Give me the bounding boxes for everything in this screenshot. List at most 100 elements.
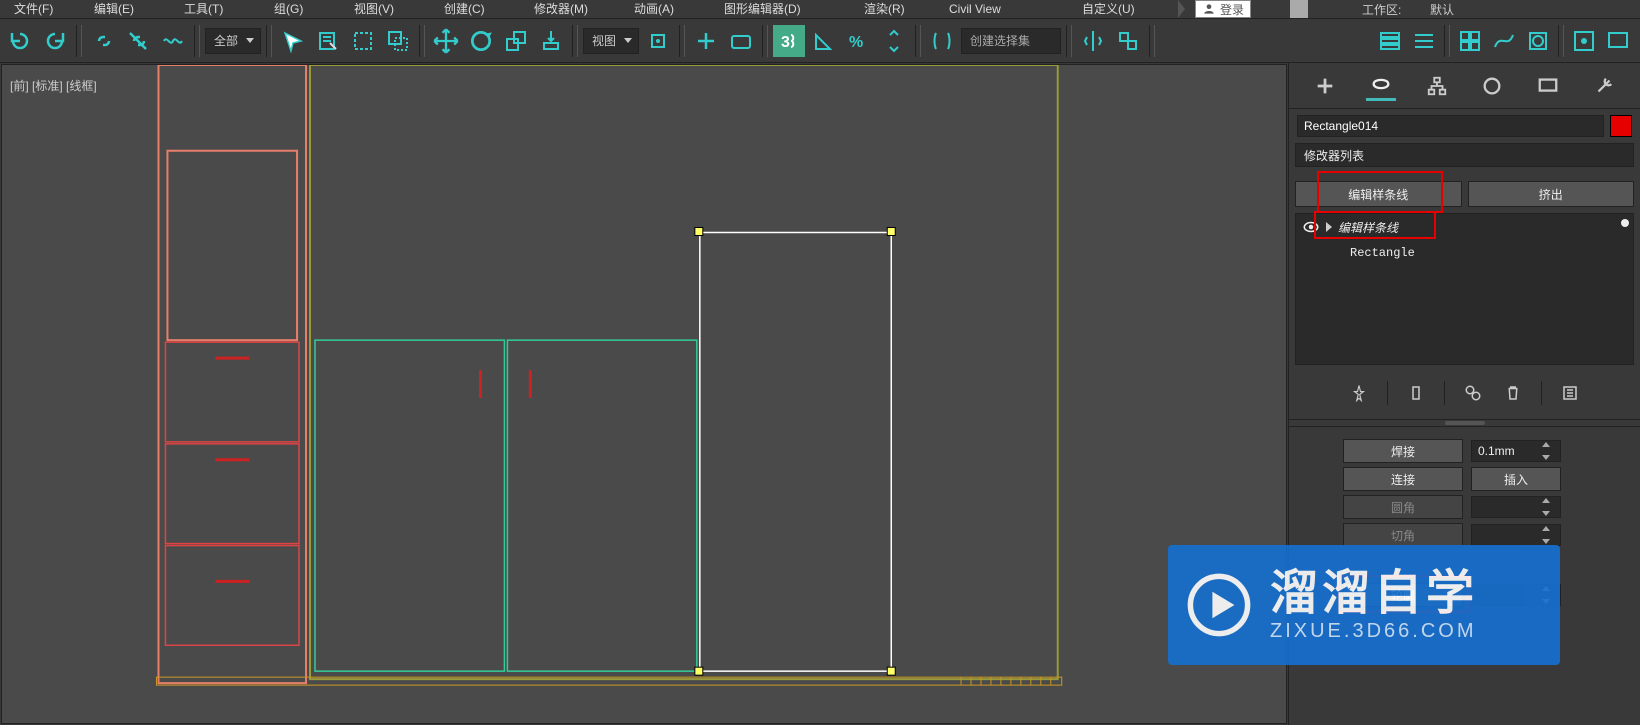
weld-threshold-spinner[interactable]: 0.1mm [1471, 440, 1561, 462]
weld-button[interactable]: 焊接 [1343, 439, 1463, 463]
stack-item-rectangle[interactable]: Rectangle [1296, 240, 1633, 266]
scale-button[interactable] [500, 25, 532, 57]
fillet-button[interactable]: 圆角 [1343, 495, 1463, 519]
motion-tab[interactable] [1477, 71, 1507, 101]
menu-graph-editors[interactable]: 图形编辑器(D) [710, 0, 815, 18]
select-object-button[interactable] [277, 25, 309, 57]
workspace-value[interactable]: 默认 [1430, 1, 1454, 18]
spinner-snap-button[interactable] [878, 25, 910, 57]
select-by-name-button[interactable] [312, 25, 344, 57]
connect-button[interactable]: 连接 [1343, 467, 1463, 491]
watermark-sub: ZIXUE.3D66.COM [1270, 620, 1478, 642]
stack-item-edit-spline[interactable]: 编辑样条线 [1296, 214, 1633, 240]
rectangle-region-button[interactable] [347, 25, 379, 57]
command-panel-tabs [1289, 63, 1640, 109]
menu-edit[interactable]: 编辑(E) [80, 0, 148, 18]
svg-text:3: 3 [781, 34, 790, 51]
selection-filter-value: 全部 [214, 32, 238, 49]
edit-selection-set-button[interactable] [926, 25, 958, 57]
utilities-tab[interactable] [1589, 71, 1619, 101]
hierarchy-tab[interactable] [1422, 71, 1452, 101]
reference-coord-dropdown[interactable]: 视图 [583, 28, 639, 54]
main-toolbar: 全部 视图 3 % 创建选择集 [0, 18, 1640, 63]
play-icon [1186, 572, 1252, 638]
align-button[interactable] [1112, 25, 1144, 57]
watermark-title: 溜溜自学 [1270, 568, 1478, 621]
material-editor-button[interactable] [1522, 25, 1554, 57]
login-dropdown-arrow[interactable] [1290, 0, 1308, 18]
manipulate-button[interactable] [690, 25, 722, 57]
menu-tools[interactable]: 工具(T) [170, 0, 237, 18]
chevron-down-icon [246, 38, 254, 43]
stack-indicator-icon [1621, 219, 1629, 227]
selection-set-placeholder: 创建选择集 [970, 32, 1030, 49]
reference-coord-value: 视图 [592, 32, 616, 49]
login-dropdown[interactable]: 登录 [1195, 0, 1251, 18]
delete-modifier-button[interactable] [1501, 381, 1525, 405]
object-color-swatch[interactable] [1610, 115, 1632, 137]
placement-button[interactable] [535, 25, 567, 57]
chamfer-spinner[interactable] [1471, 524, 1561, 546]
menu-civilview[interactable]: Civil View [935, 0, 1015, 18]
keyboard-shortcut-button[interactable] [725, 25, 757, 57]
chevron-down-icon [624, 38, 632, 43]
menu-group[interactable]: 组(G) [260, 0, 317, 18]
configure-sets-button[interactable] [1558, 381, 1582, 405]
curve-editor-button[interactable] [1488, 25, 1520, 57]
mirror-button[interactable] [1077, 25, 1109, 57]
layer-list-button[interactable] [1408, 25, 1440, 57]
menu-overflow-icon[interactable] [1178, 0, 1185, 18]
visibility-icon[interactable] [1302, 218, 1320, 236]
edit-spline-button[interactable]: 编辑样条线 [1295, 181, 1462, 207]
panel-resize-handle[interactable] [1289, 419, 1640, 427]
menu-render[interactable]: 渲染(R) [850, 0, 919, 18]
redo-button[interactable] [39, 25, 71, 57]
stack-toolbar [1289, 379, 1640, 407]
move-button[interactable] [430, 25, 462, 57]
extrude-button[interactable]: 挤出 [1468, 181, 1635, 207]
pin-stack-button[interactable] [1347, 381, 1371, 405]
selection-filter-dropdown[interactable]: 全部 [205, 28, 261, 54]
window-crossing-button[interactable] [382, 25, 414, 57]
modify-tab[interactable] [1366, 71, 1396, 101]
snap-3d-button[interactable]: 3 [773, 25, 805, 57]
display-tab[interactable] [1533, 71, 1563, 101]
expand-icon[interactable] [1326, 222, 1332, 232]
render-setup-button[interactable] [1568, 25, 1600, 57]
watermark-overlay: 溜溜自学 ZIXUE.3D66.COM [1168, 545, 1560, 665]
render-frame-button[interactable] [1602, 25, 1634, 57]
modifier-list-label: 修改器列表 [1304, 147, 1364, 164]
menu-customize[interactable]: 自定义(U) [1068, 0, 1149, 18]
layer-explorer-button[interactable] [1374, 25, 1406, 57]
rotate-button[interactable] [465, 25, 497, 57]
show-end-result-button[interactable] [1404, 381, 1428, 405]
unlink-button[interactable] [122, 25, 154, 57]
front-viewport[interactable]: [前] [标准] [线框] [1, 64, 1287, 724]
fillet-spinner[interactable] [1471, 496, 1561, 518]
angle-snap-button[interactable] [808, 25, 840, 57]
pivot-center-button[interactable] [642, 25, 674, 57]
insert-button[interactable]: 插入 [1471, 467, 1561, 491]
create-tab[interactable] [1310, 71, 1340, 101]
modifier-stack[interactable]: 编辑样条线 Rectangle [1295, 213, 1634, 365]
menu-view[interactable]: 视图(V) [340, 0, 408, 18]
percent-snap-button[interactable]: % [843, 25, 875, 57]
menu-create[interactable]: 创建(C) [430, 0, 499, 18]
object-name-field[interactable]: Rectangle014 [1297, 115, 1604, 137]
menu-animation[interactable]: 动画(A) [620, 0, 688, 18]
chamfer-button[interactable]: 切角 [1343, 523, 1463, 547]
make-unique-button[interactable] [1461, 381, 1485, 405]
viewport-canvas [2, 65, 1286, 723]
undo-button[interactable] [4, 25, 36, 57]
person-icon [1202, 2, 1216, 16]
menu-file[interactable]: 文件(F) [0, 0, 67, 18]
modifier-list-dropdown[interactable]: 修改器列表 [1295, 143, 1634, 167]
schematic-view-button[interactable] [1454, 25, 1486, 57]
link-button[interactable] [87, 25, 119, 57]
workspace-label: 工作区: [1362, 1, 1401, 18]
selection-set-input[interactable]: 创建选择集 [961, 28, 1061, 54]
viewport-label[interactable]: [前] [标准] [线框] [10, 77, 97, 94]
login-label: 登录 [1220, 1, 1244, 18]
menu-modifiers[interactable]: 修改器(M) [520, 0, 602, 18]
bind-spacewarp-button[interactable] [157, 25, 189, 57]
